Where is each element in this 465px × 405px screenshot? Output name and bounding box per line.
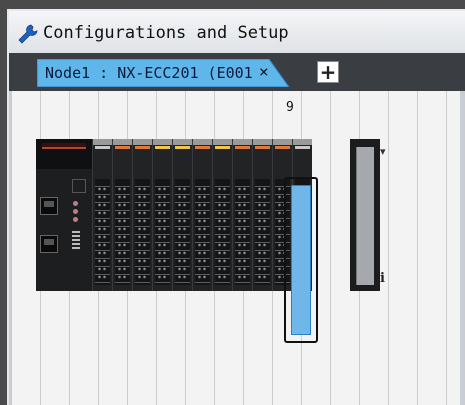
module-led: [235, 146, 250, 149]
io-module-slot[interactable]: [132, 139, 152, 291]
coupler-window: [72, 179, 86, 193]
end-cover: [350, 139, 380, 291]
tab-node1[interactable]: Node1 : NX-ECC201 (E001 ×: [37, 59, 297, 87]
coupler-led-strip: [42, 143, 86, 149]
selected-module-highlight: [291, 185, 311, 335]
io-module-slot[interactable]: [212, 139, 232, 291]
io-module-slot[interactable]: [192, 139, 212, 291]
io-module-slot[interactable]: [252, 139, 272, 291]
coupler-switch: [72, 231, 80, 251]
ethercat-port-in: [40, 197, 58, 215]
io-module-slot[interactable]: [152, 139, 172, 291]
module-terminals: [177, 185, 188, 281]
coupler-unit[interactable]: [36, 139, 92, 291]
info-icon[interactable]: i: [380, 271, 385, 286]
tab-label: Node1 : NX-ECC201 (E001: [45, 64, 253, 82]
module-terminals: [157, 185, 168, 281]
module-terminals: [237, 185, 248, 281]
io-module-slot[interactable]: [232, 139, 252, 291]
module-cap: [213, 139, 232, 145]
module-led: [155, 146, 170, 149]
status-led: [73, 217, 78, 222]
module-cap: [133, 139, 152, 145]
module-cap: [273, 139, 292, 145]
module-cap: [113, 139, 132, 145]
module-terminals: [97, 185, 108, 281]
module-led: [275, 146, 290, 149]
module-led: [255, 146, 270, 149]
status-led: [73, 201, 78, 206]
slot-number-label: 9: [286, 100, 294, 115]
module-terminals: [257, 185, 268, 281]
module-led: [95, 146, 110, 149]
io-module-slot[interactable]: [172, 139, 192, 291]
collapse-arrow-icon[interactable]: ▾: [380, 145, 386, 158]
module-cap: [173, 139, 192, 145]
module-led: [115, 146, 130, 149]
module-led: [295, 146, 310, 149]
configurations-window: Configurations and Setup Node1 : NX-ECC2…: [7, 9, 465, 405]
module-terminals: [217, 185, 228, 281]
module-terminals: [117, 185, 128, 281]
module-cap: [233, 139, 252, 145]
add-tab-button[interactable]: +: [317, 61, 339, 83]
module-terminals: [197, 185, 208, 281]
close-icon[interactable]: ×: [259, 62, 269, 81]
module-cap: [153, 139, 172, 145]
status-led: [73, 209, 78, 214]
module-led: [195, 146, 210, 149]
module-cap: [193, 139, 212, 145]
unit-rack: ▾ i: [36, 139, 386, 343]
selected-slot-9[interactable]: [284, 177, 318, 343]
module-led: [135, 146, 150, 149]
window-title: Configurations and Setup: [43, 23, 289, 43]
module-cap: [253, 139, 272, 145]
module-terminals: [137, 185, 148, 281]
ethercat-port-out: [40, 235, 58, 253]
tab-strip: Node1 : NX-ECC201 (E001 × +: [9, 53, 465, 91]
module-led: [175, 146, 190, 149]
module-cap: [93, 139, 112, 145]
title-bar: Configurations and Setup: [9, 11, 465, 53]
module-cap: [293, 139, 312, 145]
wrench-icon: [18, 24, 38, 44]
module-led: [215, 146, 230, 149]
io-module-slot[interactable]: [112, 139, 132, 291]
rack-canvas: 9 ▾ i: [12, 91, 460, 405]
end-cover-panel: [356, 147, 374, 285]
io-module-slot[interactable]: [92, 139, 112, 291]
